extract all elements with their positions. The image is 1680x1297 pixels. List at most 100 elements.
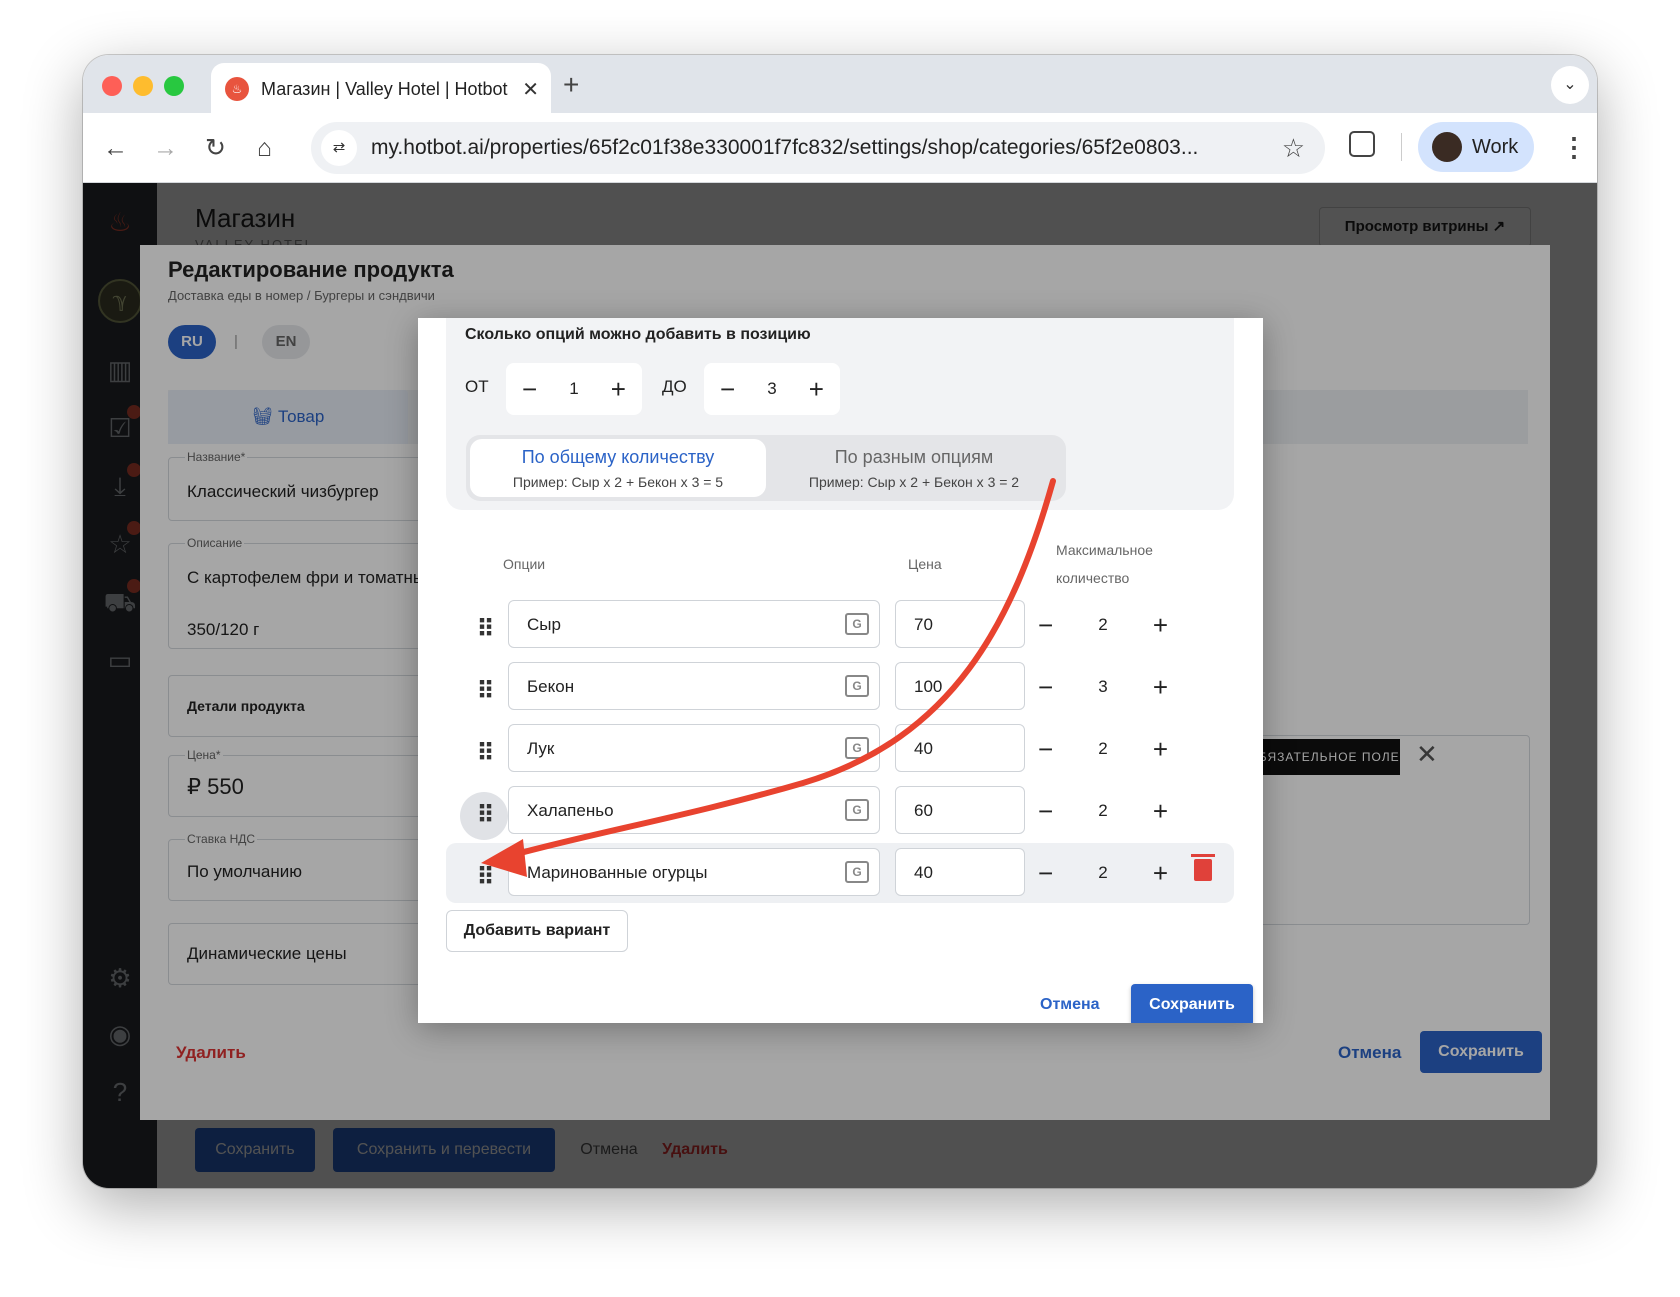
option-row: ⠿ Бекон G 100 − 3 + bbox=[446, 657, 1234, 717]
option-row: ⠿ Лук G 40 − 2 + bbox=[446, 719, 1234, 779]
browser-menu-icon[interactable]: ⋮ bbox=[1561, 133, 1587, 161]
minus-icon[interactable]: − bbox=[1038, 736, 1053, 762]
mode-total-quantity[interactable]: По общему количеству Пример: Сыр х 2 + Б… bbox=[470, 439, 766, 497]
navigation-bar: ← → ↻ ⌂ ⇄ my.hotbot.ai/properties/65f2c0… bbox=[83, 113, 1597, 183]
delete-trash-icon[interactable] bbox=[1191, 854, 1215, 881]
option-name: Лук bbox=[527, 739, 555, 758]
translate-icon[interactable]: G bbox=[845, 737, 869, 759]
from-stepper: − 1 + bbox=[506, 363, 642, 415]
minus-icon[interactable]: − bbox=[1038, 860, 1053, 886]
translate-icon[interactable]: G bbox=[845, 861, 869, 883]
option-price: 100 bbox=[914, 677, 943, 696]
count-mode-toggle: По общему количеству Пример: Сыр х 2 + Б… bbox=[466, 435, 1066, 501]
option-name: Сыр bbox=[527, 615, 561, 634]
option-name: Маринованные огурцы bbox=[527, 863, 708, 882]
option-name-input[interactable]: Бекон G bbox=[508, 662, 880, 710]
profile-button[interactable]: Work bbox=[1418, 122, 1534, 172]
hotbot-favicon-icon: ♨ bbox=[225, 77, 249, 101]
plus-icon[interactable]: + bbox=[1153, 736, 1168, 762]
option-price-input[interactable]: 40 bbox=[895, 848, 1025, 896]
address-bar[interactable]: ⇄ my.hotbot.ai/properties/65f2c01f38e330… bbox=[311, 122, 1325, 174]
mode-distinct-options[interactable]: По разным опциям Пример: Сыр х 2 + Бекон… bbox=[766, 439, 1062, 497]
option-price: 60 bbox=[914, 801, 933, 820]
forward-button[interactable]: → bbox=[153, 135, 178, 161]
tab-close-icon[interactable]: ✕ bbox=[522, 77, 539, 102]
option-name-input[interactable]: Маринованные огурцы G bbox=[508, 848, 880, 896]
option-price: 40 bbox=[914, 863, 933, 882]
drag-handle-icon[interactable]: ⠿ bbox=[460, 606, 508, 654]
minus-icon[interactable]: − bbox=[1038, 612, 1053, 638]
tab-title: Магазин | Valley Hotel | Hotbot bbox=[261, 78, 508, 99]
site-info-icon[interactable]: ⇄ bbox=[321, 130, 357, 166]
translate-icon[interactable]: G bbox=[845, 675, 869, 697]
translate-icon[interactable]: G bbox=[845, 799, 869, 821]
mode-example: Пример: Сыр х 2 + Бекон х 3 = 2 bbox=[808, 474, 1020, 490]
option-row: ⠿ Маринованные огурцы G 40 − 2 + bbox=[446, 843, 1234, 903]
mode-label: По общему количеству bbox=[521, 447, 715, 467]
option-name: Халапеньо bbox=[527, 801, 614, 820]
minus-icon[interactable]: − bbox=[1038, 674, 1053, 700]
max-quantity-value[interactable]: 2 bbox=[1098, 739, 1107, 759]
browser-window: ♨ Магазин | Valley Hotel | Hotbot ✕ + ⌄ … bbox=[83, 55, 1597, 1188]
back-button[interactable]: ← bbox=[103, 135, 128, 161]
url-text[interactable]: my.hotbot.ai/properties/65f2c01f38e33000… bbox=[371, 136, 1282, 160]
mode-label: По разным опциям bbox=[834, 447, 994, 467]
option-price-input[interactable]: 100 bbox=[895, 662, 1025, 710]
drag-handle-icon[interactable]: ⠿ bbox=[460, 854, 508, 902]
plus-icon[interactable]: + bbox=[1153, 798, 1168, 824]
new-tab-button[interactable]: + bbox=[563, 69, 579, 101]
plus-icon[interactable]: + bbox=[611, 376, 626, 402]
modal-save-button[interactable]: Сохранить bbox=[1131, 984, 1253, 1023]
translate-icon[interactable]: G bbox=[845, 613, 869, 635]
avatar bbox=[1432, 132, 1462, 162]
max-quantity-value[interactable]: 2 bbox=[1098, 615, 1107, 635]
minus-icon[interactable]: − bbox=[522, 376, 537, 402]
from-label: ОТ bbox=[465, 377, 489, 396]
to-stepper: − 3 + bbox=[704, 363, 840, 415]
max-quantity-stepper: − 3 + bbox=[1038, 667, 1168, 707]
max-quantity-value[interactable]: 2 bbox=[1098, 801, 1107, 821]
option-name-input[interactable]: Халапеньо G bbox=[508, 786, 880, 834]
page-content: ♨ ℽ ▥ ☑ ⤓ ☆ ⛟ ▭ ⚙ ◉ ? Магазин VALLEY HOT… bbox=[83, 183, 1597, 1188]
minus-icon[interactable]: − bbox=[1038, 798, 1053, 824]
plus-icon[interactable]: + bbox=[1153, 674, 1168, 700]
zoom-window-button[interactable] bbox=[164, 76, 184, 96]
tab-search-button[interactable]: ⌄ bbox=[1551, 66, 1589, 104]
reload-button[interactable]: ↻ bbox=[205, 135, 226, 161]
browser-tab[interactable]: ♨ Магазин | Valley Hotel | Hotbot ✕ bbox=[211, 63, 551, 115]
option-price-input[interactable]: 40 bbox=[895, 724, 1025, 772]
column-header-price: Цена bbox=[908, 556, 942, 572]
extensions-icon[interactable] bbox=[1349, 131, 1375, 157]
plus-icon[interactable]: + bbox=[1153, 860, 1168, 886]
minimize-window-button[interactable] bbox=[133, 76, 153, 96]
option-name-input[interactable]: Сыр G bbox=[508, 600, 880, 648]
max-quantity-stepper: − 2 + bbox=[1038, 853, 1168, 893]
max-quantity-value[interactable]: 3 bbox=[1098, 677, 1107, 697]
close-window-button[interactable] bbox=[102, 76, 122, 96]
profile-label: Work bbox=[1472, 135, 1519, 158]
option-row: ⠿ Сыр G 70 − 2 + bbox=[446, 595, 1234, 655]
drag-handle-icon[interactable]: ⠿ bbox=[460, 792, 508, 840]
drag-handle-icon[interactable]: ⠿ bbox=[460, 668, 508, 716]
from-value[interactable]: 1 bbox=[569, 379, 578, 399]
minus-icon[interactable]: − bbox=[720, 376, 735, 402]
plus-icon[interactable]: + bbox=[1153, 612, 1168, 638]
option-name: Бекон bbox=[527, 677, 575, 696]
option-price: 40 bbox=[914, 739, 933, 758]
option-name-input[interactable]: Лук G bbox=[508, 724, 880, 772]
options-modal: Сколько опций можно добавить в позицию О… bbox=[418, 318, 1263, 1023]
toolbar-divider bbox=[1401, 133, 1402, 161]
option-price: 70 bbox=[914, 615, 933, 634]
home-button[interactable]: ⌂ bbox=[257, 135, 272, 161]
mode-example: Пример: Сыр х 2 + Бекон х 3 = 5 bbox=[512, 474, 724, 490]
drag-handle-icon[interactable]: ⠿ bbox=[460, 730, 508, 778]
max-quantity-value[interactable]: 2 bbox=[1098, 863, 1107, 883]
plus-icon[interactable]: + bbox=[809, 376, 824, 402]
option-price-input[interactable]: 60 bbox=[895, 786, 1025, 834]
option-price-input[interactable]: 70 bbox=[895, 600, 1025, 648]
bookmark-star-icon[interactable]: ☆ bbox=[1282, 133, 1305, 164]
add-variant-button[interactable]: Добавить вариант bbox=[446, 910, 628, 952]
to-value[interactable]: 3 bbox=[767, 379, 776, 399]
modal-cancel-button[interactable]: Отмена bbox=[1040, 996, 1100, 1014]
column-header-options: Опции bbox=[503, 556, 546, 572]
